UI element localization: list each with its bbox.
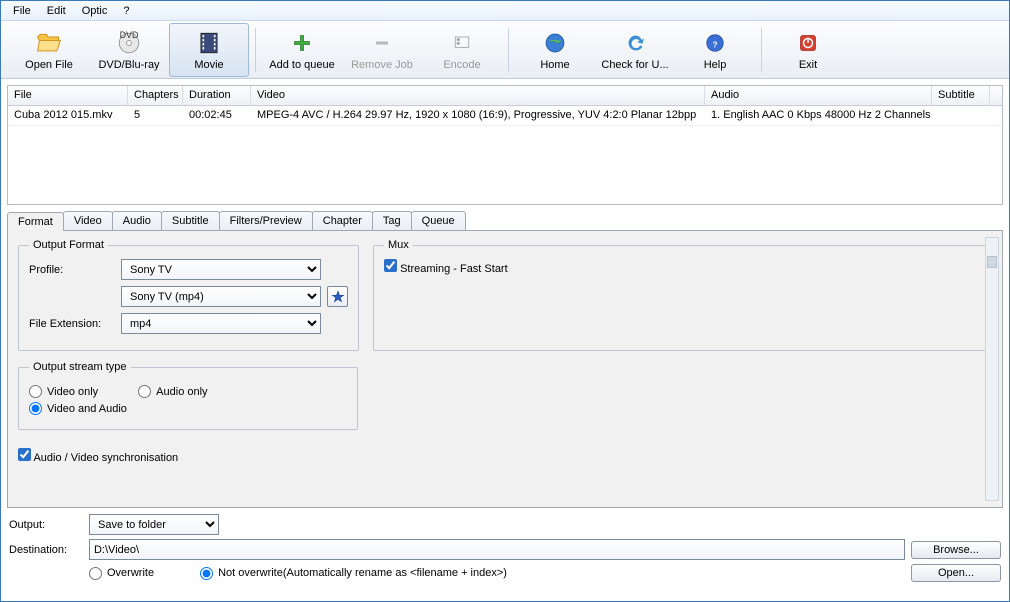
stream-type-group: Output stream type Video only Audio only…	[18, 361, 358, 430]
table-header: File Chapters Duration Video Audio Subti…	[8, 86, 1002, 106]
folder-open-icon	[35, 29, 63, 57]
tab-chapter[interactable]: Chapter	[312, 211, 373, 230]
toolbar-separator	[255, 28, 256, 72]
av-sync-checkbox-row[interactable]: Audio / Video synchronisation	[18, 452, 178, 464]
col-audio[interactable]: Audio	[705, 86, 932, 105]
open-button[interactable]: Open...	[911, 564, 1001, 582]
refresh-icon	[621, 29, 649, 57]
scrollbar-thumb[interactable]	[987, 256, 997, 268]
video-only-radio[interactable]	[29, 385, 42, 398]
star-icon	[331, 290, 345, 304]
settings-tabs: Format Video Audio Subtitle Filters/Prev…	[7, 211, 1003, 230]
movie-button[interactable]: Movie	[169, 23, 249, 77]
plus-icon	[288, 29, 316, 57]
remove-job-button[interactable]: Remove Job	[342, 23, 422, 77]
film-icon	[195, 29, 223, 57]
audio-only-radio[interactable]	[138, 385, 151, 398]
audio-only-radio-row[interactable]: Audio only	[138, 385, 207, 398]
tab-subtitle[interactable]: Subtitle	[161, 211, 220, 230]
toolbar-separator	[761, 28, 762, 72]
video-audio-radio-row[interactable]: Video and Audio	[29, 402, 127, 415]
col-file[interactable]: File	[8, 86, 128, 105]
browse-button[interactable]: Browse...	[911, 541, 1001, 559]
menu-help[interactable]: ?	[115, 3, 137, 19]
video-only-radio-row[interactable]: Video only	[29, 385, 98, 398]
col-duration[interactable]: Duration	[183, 86, 251, 105]
tab-audio[interactable]: Audio	[112, 211, 162, 230]
file-list-table: File Chapters Duration Video Audio Subti…	[7, 85, 1003, 205]
cell-duration: 00:02:45	[183, 106, 251, 125]
help-icon: ?	[701, 29, 729, 57]
toolbar-separator	[508, 28, 509, 72]
menu-edit[interactable]: Edit	[39, 3, 74, 19]
add-to-queue-button[interactable]: Add to queue	[262, 23, 342, 77]
stream-type-legend: Output stream type	[29, 361, 131, 373]
menu-bar: File Edit Optic ?	[1, 1, 1009, 21]
profile-label: Profile:	[29, 264, 115, 276]
cell-subtitle	[932, 106, 990, 125]
disc-icon: DVD	[115, 29, 143, 57]
tab-video[interactable]: Video	[63, 211, 113, 230]
streaming-checkbox-row[interactable]: Streaming - Fast Start	[384, 263, 508, 275]
profile-subselect[interactable]: Sony TV (mp4)	[121, 286, 321, 307]
help-button[interactable]: ? Help	[675, 23, 755, 77]
tab-filters[interactable]: Filters/Preview	[219, 211, 313, 230]
dvd-bluray-button[interactable]: DVD DVD/Blu-ray	[89, 23, 169, 77]
destination-input[interactable]	[89, 539, 905, 560]
menu-file[interactable]: File	[5, 3, 39, 19]
tab-format[interactable]: Format	[7, 212, 64, 231]
not-overwrite-radio[interactable]	[200, 567, 213, 580]
overwrite-radio-row[interactable]: Overwrite	[89, 567, 154, 580]
file-ext-select[interactable]: mp4	[121, 313, 321, 334]
not-overwrite-radio-row[interactable]: Not overwrite(Automatically rename as <f…	[200, 567, 905, 580]
col-chapters[interactable]: Chapters	[128, 86, 183, 105]
mux-group: Mux Streaming - Fast Start	[373, 239, 992, 351]
table-row[interactable]: Cuba 2012 015.mkv 5 00:02:45 MPEG-4 AVC …	[8, 106, 1002, 126]
av-sync-checkbox[interactable]	[18, 448, 31, 461]
exit-button[interactable]: Exit	[768, 23, 848, 77]
encode-icon	[448, 29, 476, 57]
globe-icon	[541, 29, 569, 57]
video-audio-radio[interactable]	[29, 402, 42, 415]
cell-audio: 1. English AAC 0 Kbps 48000 Hz 2 Channel…	[705, 106, 932, 125]
home-button[interactable]: Home	[515, 23, 595, 77]
open-file-button[interactable]: Open File	[9, 23, 89, 77]
cell-chapters: 5	[128, 106, 183, 125]
profile-select[interactable]: Sony TV	[121, 259, 321, 280]
destination-label: Destination:	[9, 544, 83, 556]
main-toolbar: Open File DVD DVD/Blu-ray Movie Add to q…	[1, 21, 1009, 79]
check-update-button[interactable]: Check for U...	[595, 23, 675, 77]
file-ext-label: File Extension:	[29, 318, 115, 330]
col-video[interactable]: Video	[251, 86, 705, 105]
svg-text:?: ?	[712, 40, 717, 49]
cell-file: Cuba 2012 015.mkv	[8, 106, 128, 125]
mux-legend: Mux	[384, 239, 413, 251]
tab-queue[interactable]: Queue	[411, 211, 466, 230]
output-mode-select[interactable]: Save to folder	[89, 514, 219, 535]
cell-video: MPEG-4 AVC / H.264 29.97 Hz, 1920 x 1080…	[251, 106, 705, 125]
overwrite-radio[interactable]	[89, 567, 102, 580]
minus-icon	[368, 29, 396, 57]
streaming-label: Streaming - Fast Start	[400, 263, 508, 275]
format-panel: Output Format Profile: Sony TV Sony TV (…	[7, 230, 1003, 508]
menu-options[interactable]: Optic	[74, 3, 116, 19]
output-label: Output:	[9, 519, 83, 531]
av-sync-label: Audio / Video synchronisation	[33, 452, 178, 464]
output-format-group: Output Format Profile: Sony TV Sony TV (…	[18, 239, 359, 351]
panel-scrollbar[interactable]	[985, 237, 999, 501]
output-format-legend: Output Format	[29, 239, 108, 251]
svg-text:DVD: DVD	[120, 30, 139, 40]
exit-icon	[794, 29, 822, 57]
tab-tag[interactable]: Tag	[372, 211, 412, 230]
streaming-checkbox[interactable]	[384, 259, 397, 272]
col-subtitle[interactable]: Subtitle	[932, 86, 990, 105]
favorite-profile-button[interactable]	[327, 286, 348, 307]
encode-button[interactable]: Encode	[422, 23, 502, 77]
